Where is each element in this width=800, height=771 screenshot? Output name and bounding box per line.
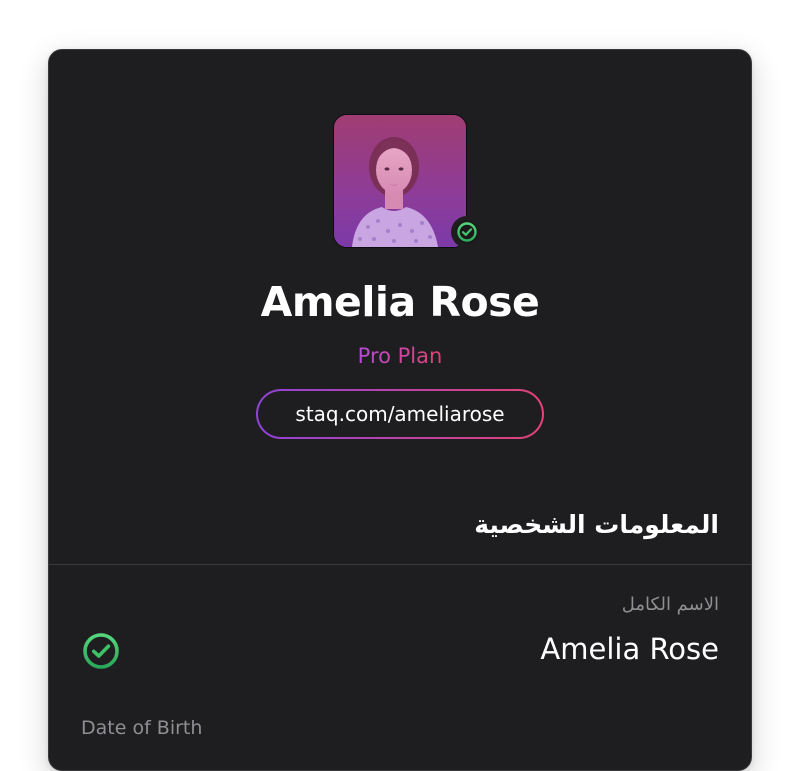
section-divider <box>49 564 751 565</box>
verified-badge <box>451 216 483 248</box>
profile-name: Amelia Rose <box>260 278 540 326</box>
verified-check-icon <box>82 632 120 670</box>
avatar[interactable] <box>333 114 467 248</box>
date-of-birth-label: Date of Birth <box>81 717 203 739</box>
avatar-container <box>333 114 483 248</box>
section-title-personal-info: المعلومات الشخصية <box>474 510 719 539</box>
profile-card: Amelia Rose Pro Plan staq.com/ameliarose… <box>48 49 752 771</box>
portrait-icon <box>334 115 466 247</box>
profile-link-pill[interactable]: staq.com/ameliarose <box>256 389 544 439</box>
full-name-value: Amelia Rose <box>540 632 719 666</box>
profile-link[interactable]: staq.com/ameliarose <box>258 391 542 437</box>
plan-text: Pro Plan <box>357 344 443 368</box>
check-circle-icon <box>455 220 479 244</box>
full-name-label: الاسم الكامل <box>621 594 719 615</box>
plan-label: Pro Plan <box>49 344 751 368</box>
